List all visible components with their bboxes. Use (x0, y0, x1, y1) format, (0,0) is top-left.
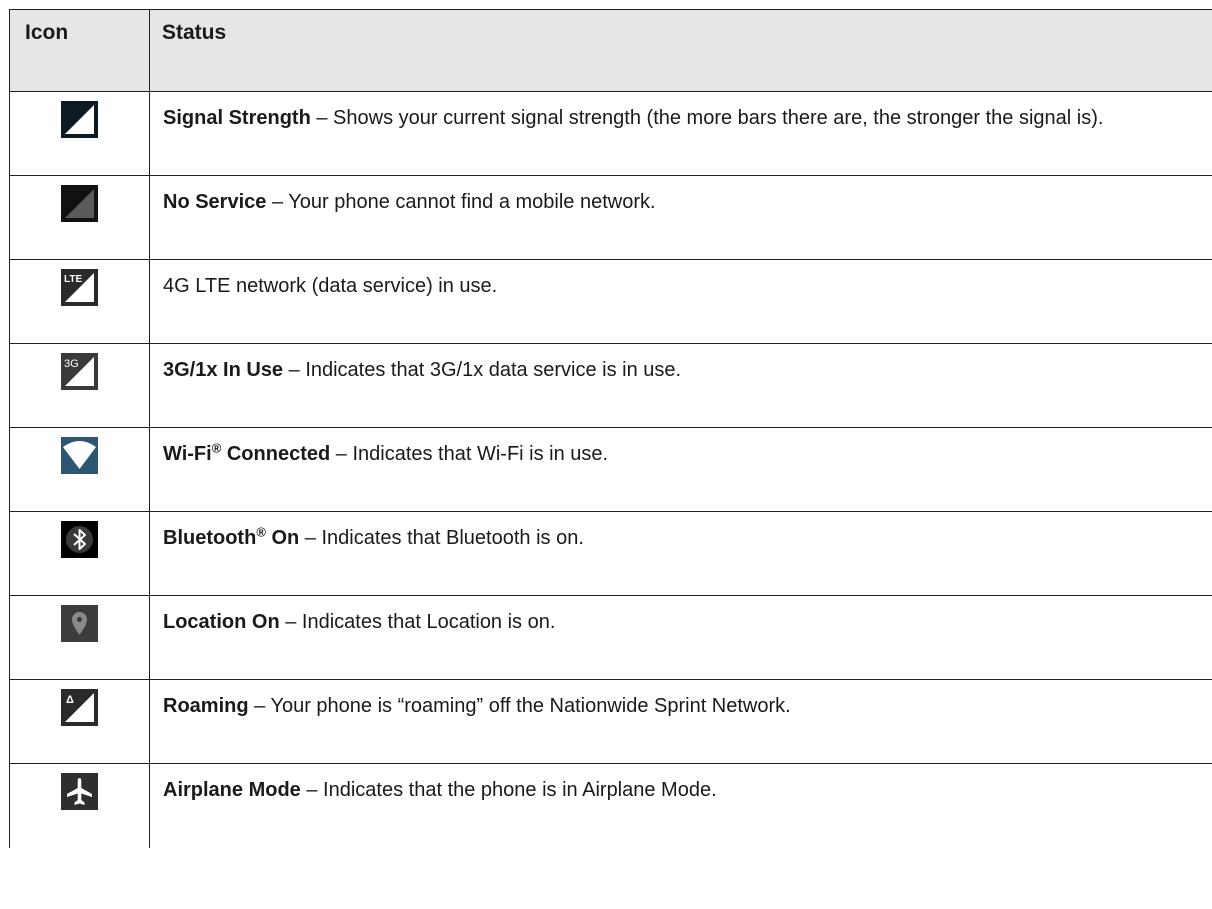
roaming-icon: Δ (61, 689, 98, 726)
row-description: Your phone cannot find a mobile network. (288, 191, 656, 213)
row-description: Your phone is “roaming” off the Nationwi… (270, 695, 791, 717)
table-row: Signal Strength – Shows your current sig… (9, 91, 1212, 176)
table-row: No Service – Your phone cannot find a mo… (9, 175, 1212, 260)
location-icon (61, 605, 98, 642)
row-description: Indicates that Wi-Fi is in use. (352, 443, 609, 465)
table-row: Airplane Mode – Indicates that the phone… (9, 763, 1212, 848)
row-description: Indicates that Bluetooth is on. (321, 527, 584, 549)
row-title: 3G/1x In Use (163, 359, 284, 381)
wifi-icon (61, 437, 98, 474)
row-title: Roaming (163, 695, 249, 717)
table-header-row: Icon Status (9, 9, 1212, 92)
table-row: Bluetooth® On – Indicates that Bluetooth… (9, 511, 1212, 596)
3g-icon: 3G (61, 353, 98, 390)
lte-icon: LTE (61, 269, 98, 306)
airplane-icon (61, 773, 98, 810)
svg-text:3G: 3G (64, 358, 79, 370)
row-description: Indicates that 3G/1x data service is in … (305, 359, 682, 381)
row-description: Shows your current signal strength (the … (333, 107, 1104, 129)
header-icon: Icon (9, 9, 150, 92)
table-row: Δ Roaming – Your phone is “roaming” off … (9, 679, 1212, 764)
table-row: Wi-Fi® Connected – Indicates that Wi-Fi … (9, 427, 1212, 512)
row-title: No Service (163, 191, 267, 213)
svg-text:Δ: Δ (66, 694, 74, 706)
row-title: Location On (163, 611, 280, 633)
table-row: LTE 4G LTE network (data service) in use… (9, 259, 1212, 344)
header-status: Status (149, 9, 1212, 92)
status-icon-table: Icon Status Signal Strength – Shows your… (9, 9, 1212, 848)
row-description: Indicates that Location is on. (301, 611, 556, 633)
bluetooth-icon (61, 521, 98, 558)
row-title: Bluetooth® On (163, 524, 300, 549)
table-row: 3G 3G/1x In Use – Indicates that 3G/1x d… (9, 343, 1212, 428)
row-description: Indicates that the phone is in Airplane … (323, 779, 717, 801)
svg-text:LTE: LTE (64, 274, 82, 285)
no-service-icon (61, 185, 98, 222)
table-row: Location On – Indicates that Location is… (9, 595, 1212, 680)
row-title: Airplane Mode (163, 779, 301, 801)
row-title: Signal Strength (163, 107, 311, 129)
signal-strength-icon (61, 101, 98, 138)
row-title: Wi-Fi® Connected (163, 440, 331, 465)
row-description: 4G LTE network (data service) in use. (163, 275, 498, 297)
